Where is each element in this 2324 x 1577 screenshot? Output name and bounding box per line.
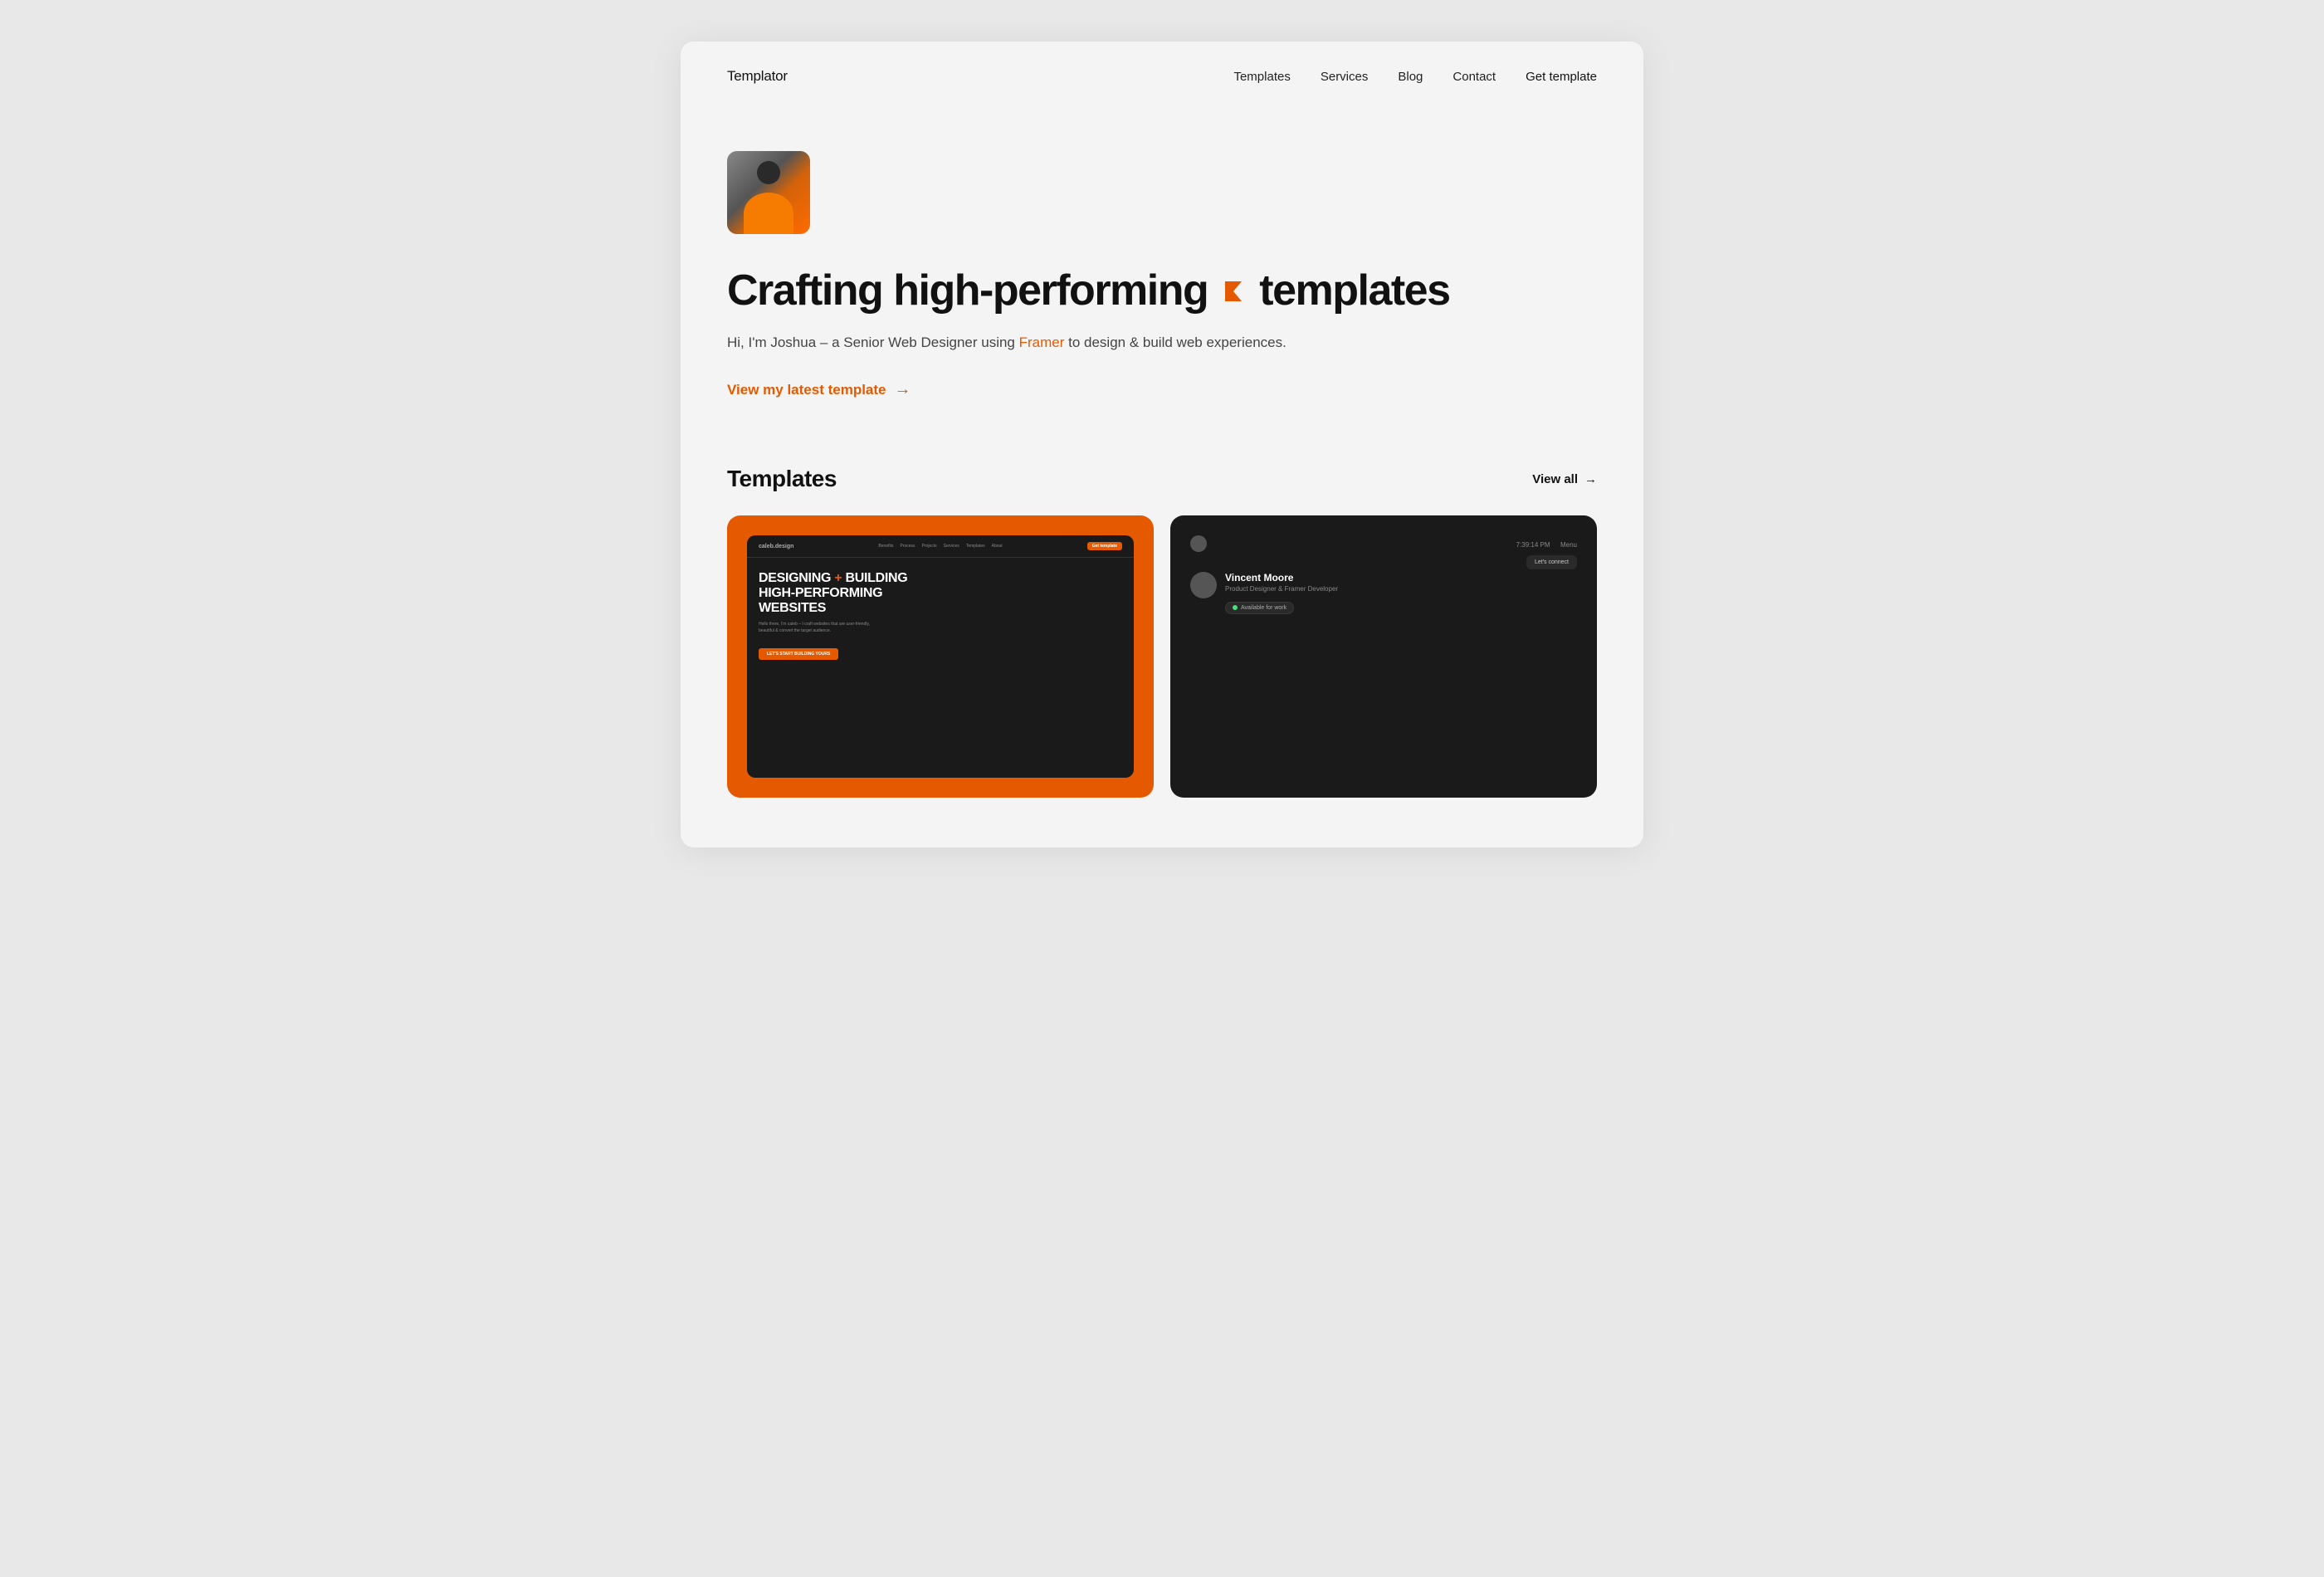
templates-section: Templates View all → caleb.design Benefi… — [681, 466, 1643, 847]
template-headline-line3: WEBSITES — [759, 601, 1122, 616]
template-inner-nav: Benefits Process Projects Services Templ… — [878, 544, 1002, 549]
template-dark-topbar: 7:39:14 PM Menu — [1190, 535, 1577, 552]
template-headline: DESIGNING + BUILDING HIGH-PERFORMING WEB… — [759, 571, 1122, 615]
template-card-nav: caleb.design Benefits Process Projects S… — [747, 535, 1134, 558]
inner-nav-process: Process — [901, 544, 915, 549]
framer-link[interactable]: Framer — [1019, 334, 1065, 350]
template-dark-badge: Available for work — [1225, 602, 1294, 614]
template-headline-line2: HIGH-PERFORMING — [759, 586, 1122, 601]
inner-nav-projects: Projects — [922, 544, 937, 549]
hero-subtitle-start: Hi, I'm Joshua – a Senior Web Designer u… — [727, 334, 1019, 350]
inner-nav-benefits: Benefits — [878, 544, 893, 549]
hero-title: Crafting high-performing templates — [727, 267, 1597, 315]
badge-label: Available for work — [1241, 605, 1286, 611]
nav-blog[interactable]: Blog — [1398, 70, 1423, 84]
view-all-link[interactable]: View all → — [1532, 472, 1597, 486]
view-latest-template-cta[interactable]: View my latest template → — [727, 380, 911, 399]
template-dark-name: Vincent Moore — [1225, 572, 1518, 583]
template-dark-profile-avatar — [1190, 572, 1217, 598]
inner-nav-services: Services — [944, 544, 959, 549]
template-body-text: Hello there, I'm caleb – I craft website… — [759, 622, 875, 634]
inner-nav-about: About — [992, 544, 1003, 549]
badge-dot — [1233, 605, 1238, 610]
template-card-dark-inner: 7:39:14 PM Menu Vincent Moore Product De… — [1190, 535, 1577, 778]
nav-templates[interactable]: Templates — [1233, 70, 1290, 84]
nav-contact[interactable]: Contact — [1452, 70, 1496, 84]
templates-section-title: Templates — [727, 466, 837, 492]
template-headline-line1: DESIGNING + BUILDING — [759, 571, 1122, 586]
template-inner-logo: caleb.design — [759, 544, 793, 549]
template-card-orange[interactable]: caleb.design Benefits Process Projects S… — [727, 515, 1154, 798]
cta-label: View my latest template — [727, 382, 886, 398]
avatar — [727, 151, 810, 234]
template-dark-role: Product Designer & Framer Developer — [1225, 585, 1518, 593]
template-dark-profile: Vincent Moore Product Designer & Framer … — [1190, 572, 1577, 614]
template-card-content: DESIGNING + BUILDING HIGH-PERFORMING WEB… — [747, 558, 1134, 673]
inner-nav-cta: Get template — [1087, 542, 1122, 550]
view-all-label: View all — [1532, 472, 1578, 486]
logo[interactable]: Templator — [727, 68, 788, 85]
nav-services[interactable]: Services — [1321, 70, 1369, 84]
templates-grid: caleb.design Benefits Process Projects S… — [727, 515, 1597, 798]
template-card-orange-inner: caleb.design Benefits Process Projects S… — [747, 535, 1134, 778]
framer-icon — [1218, 276, 1249, 307]
navigation: Templates Services Blog Contact Get temp… — [1233, 70, 1597, 84]
avatar-image — [727, 151, 810, 234]
hero-section: Crafting high-performing templates Hi, I… — [681, 111, 1643, 466]
template-dark-avatar-small — [1190, 535, 1207, 552]
cta-arrow: → — [895, 380, 911, 399]
template-cta-btn: LET'S START BUILDING YOURS — [759, 648, 838, 660]
header: Templator Templates Services Blog Contac… — [681, 42, 1643, 111]
inner-nav-templates: Templates — [966, 544, 985, 549]
section-header: Templates View all → — [727, 466, 1597, 492]
view-all-arrow: → — [1584, 472, 1597, 486]
template-dark-topbar-right: 7:39:14 PM Menu — [1516, 536, 1577, 551]
template-card-dark[interactable]: 7:39:14 PM Menu Vincent Moore Product De… — [1170, 515, 1597, 798]
hero-title-start: Crafting high-performing — [727, 267, 1208, 315]
hero-title-end: templates — [1259, 267, 1449, 315]
template-dark-profile-info: Vincent Moore Product Designer & Framer … — [1225, 572, 1518, 614]
template-dark-connect-btn[interactable]: Let's connect — [1526, 555, 1577, 569]
template-dark-menu-label: Menu — [1560, 541, 1577, 549]
page-container: Templator Templates Services Blog Contac… — [681, 42, 1643, 847]
hero-subtitle-end: to design & build web experiences. — [1064, 334, 1286, 350]
hero-subtitle: Hi, I'm Joshua – a Senior Web Designer u… — [727, 331, 1597, 354]
nav-get-template[interactable]: Get template — [1526, 70, 1597, 84]
template-dark-time: 7:39:14 PM — [1516, 541, 1550, 549]
